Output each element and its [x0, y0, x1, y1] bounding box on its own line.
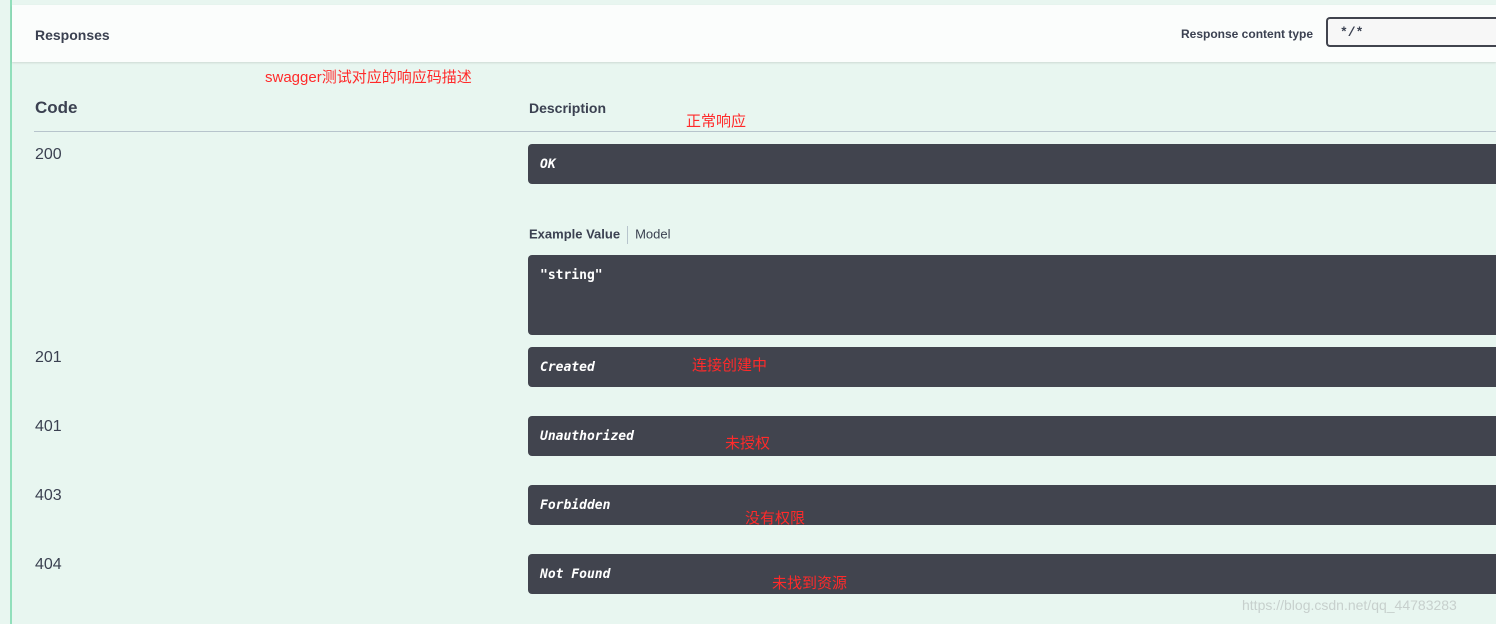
response-description-200: OK [528, 144, 1496, 184]
annotation-403: 没有权限 [745, 510, 806, 527]
response-code-403: 403 [35, 487, 62, 504]
tab-divider [627, 226, 629, 244]
responses-header: Responses Response content type */* [12, 5, 1496, 62]
responses-title: Responses [35, 27, 110, 43]
annotation-401: 未授权 [725, 435, 771, 452]
watermark: https://blog.csdn.net/qq_44783283 [1242, 597, 1457, 613]
response-description-text: OK [540, 157, 556, 172]
annotation-201: 连接创建中 [692, 357, 768, 374]
header-divider [34, 131, 1496, 132]
annotation-main: swagger测试对应的响应码描述 [265, 69, 472, 86]
response-code-401: 401 [35, 418, 62, 435]
response-description-404: Not Found [528, 554, 1496, 594]
content-type-select[interactable]: */* [1326, 17, 1496, 47]
response-description-text: Forbidden [540, 498, 611, 513]
response-description-403: Forbidden [528, 485, 1496, 525]
content-type-label: Response content type [1181, 27, 1314, 41]
annotation-404: 未找到资源 [772, 575, 848, 592]
response-code-200: 200 [35, 146, 62, 163]
response-description-text: Created [540, 360, 595, 375]
response-description-text: Unauthorized [540, 429, 634, 444]
response-code-201: 201 [35, 349, 62, 366]
tab-model[interactable]: Model [635, 226, 670, 241]
column-header-code: Code [35, 98, 78, 117]
response-description-201: Created [528, 347, 1496, 387]
section-left-border [10, 0, 12, 624]
response-description-401: Unauthorized [528, 416, 1496, 456]
response-code-404: 404 [35, 556, 62, 573]
column-header-description: Description [529, 100, 607, 116]
example-tabs: Example Value Model [529, 226, 670, 244]
tab-example-value[interactable]: Example Value [529, 226, 620, 241]
annotation-200: 正常响应 [686, 113, 747, 130]
example-value-code: "string" [540, 268, 603, 283]
example-value-box: "string" [528, 255, 1496, 335]
response-description-text: Not Found [540, 567, 611, 582]
